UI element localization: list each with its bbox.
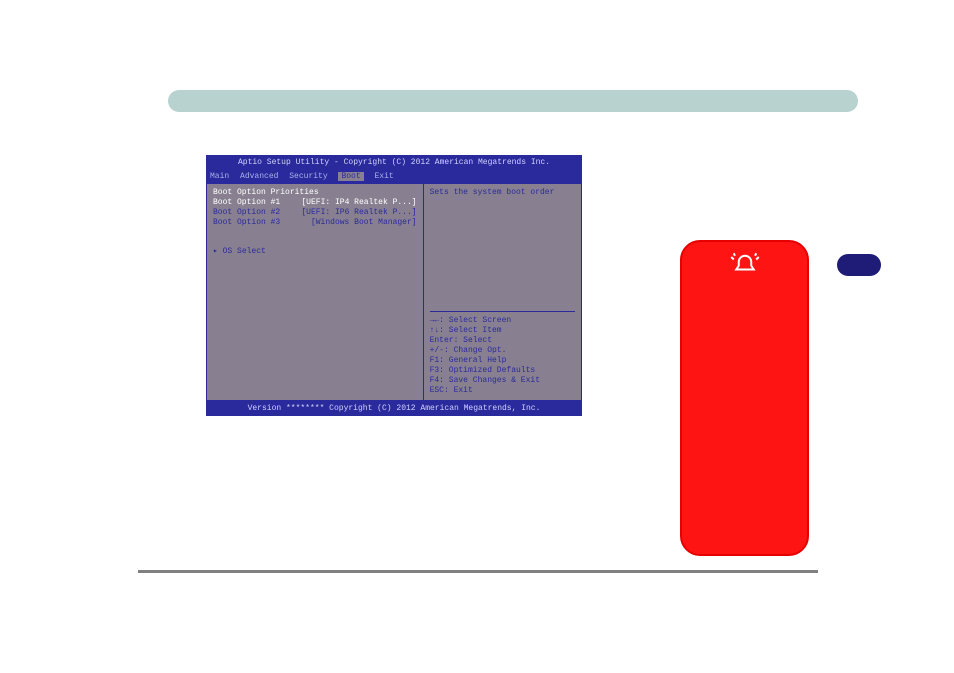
nav-hint-save: F4: Save Changes & Exit (430, 376, 575, 386)
os-select-item[interactable]: ▸ OS Select (213, 246, 417, 256)
boot-option-1-value[interactable]: [UEFI: IP4 Realtek P...] (301, 198, 416, 208)
boot-option-3-label[interactable]: Boot Option #3 (213, 218, 280, 228)
nav-hint-screen: →←: Select Screen (430, 316, 575, 326)
nav-hint-item: ↑↓: Select Item (430, 326, 575, 336)
decorative-pill-blue (837, 254, 881, 276)
bios-tab-bar: Main Advanced Security Boot Exit (206, 170, 582, 183)
nav-hint-defaults: F3: Optimized Defaults (430, 366, 575, 376)
tab-main[interactable]: Main (210, 172, 229, 181)
tab-boot[interactable]: Boot (338, 172, 363, 181)
tab-exit[interactable]: Exit (374, 172, 393, 181)
boot-priorities-label: Boot Option Priorities (213, 188, 319, 198)
bios-footer: Version ******** Copyright (C) 2012 Amer… (206, 401, 582, 416)
alarm-bell-icon (730, 252, 760, 554)
bios-title-bar: Aptio Setup Utility - Copyright (C) 2012… (206, 155, 582, 170)
decorative-bar-top (168, 90, 858, 112)
bios-right-panel: Sets the system boot order →←: Select Sc… (424, 183, 582, 401)
bios-left-panel: Boot Option Priorities Boot Option #1 [U… (206, 183, 424, 401)
tab-advanced[interactable]: Advanced (240, 172, 278, 181)
boot-option-1-label[interactable]: Boot Option #1 (213, 198, 280, 208)
bios-nav-hints: →←: Select Screen ↑↓: Select Item Enter:… (430, 311, 575, 396)
nav-hint-exit: ESC: Exit (430, 386, 575, 396)
boot-option-3-value[interactable]: [Windows Boot Manager] (311, 218, 417, 228)
nav-hint-enter: Enter: Select (430, 336, 575, 346)
boot-option-2-value[interactable]: [UEFI: IP6 Realtek P...] (301, 208, 416, 218)
bios-setup-window: Aptio Setup Utility - Copyright (C) 2012… (206, 155, 582, 415)
decorative-divider-bottom (138, 570, 818, 573)
boot-option-2-label[interactable]: Boot Option #2 (213, 208, 280, 218)
nav-hint-help: F1: General Help (430, 356, 575, 366)
tab-security[interactable]: Security (289, 172, 327, 181)
nav-hint-change: +/-: Change Opt. (430, 346, 575, 356)
bios-help-text: Sets the system boot order (430, 188, 575, 197)
alert-panel (680, 240, 809, 556)
bios-body: Boot Option Priorities Boot Option #1 [U… (206, 183, 582, 401)
